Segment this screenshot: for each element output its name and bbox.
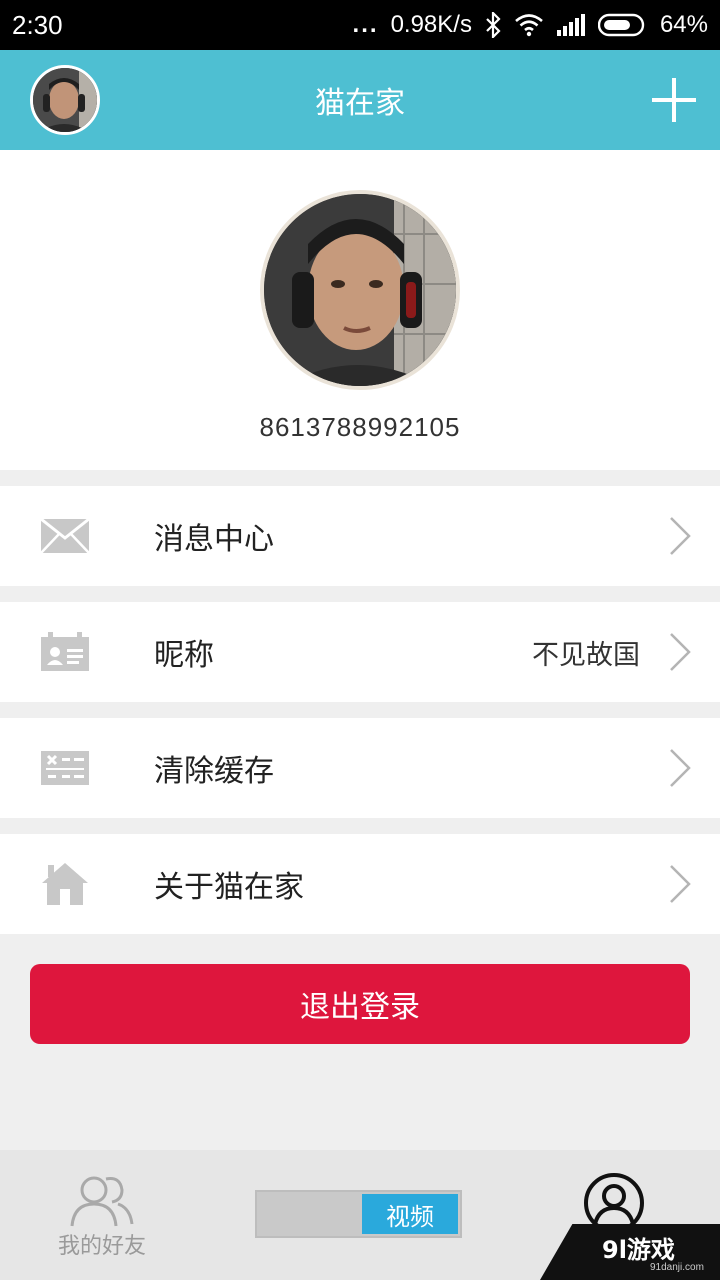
profile-phone: 8613788992105	[259, 412, 461, 442]
watermark-url: 91danji.com	[650, 1262, 704, 1273]
bluetooth-icon	[484, 12, 502, 38]
menu-label: 消息中心	[154, 522, 274, 557]
battery-level: 64%	[659, 11, 708, 38]
id-card-icon	[40, 627, 90, 677]
app-title: 猫在家	[315, 86, 405, 121]
menu-item-nickname[interactable]: 昵称 不见故国	[0, 602, 720, 702]
notification-dots: ...	[352, 11, 379, 38]
nav-friends-label: 我的好友	[57, 1234, 146, 1259]
menu-item-message-center[interactable]: 消息中心	[0, 486, 720, 586]
home-icon	[40, 859, 90, 909]
status-time: 2:30	[12, 9, 63, 40]
friends-icon	[70, 1174, 134, 1232]
avatar-photo	[264, 194, 456, 386]
logout-button[interactable]: 退出登录	[30, 964, 690, 1044]
chevron-right-icon	[668, 864, 692, 904]
header-avatar[interactable]	[30, 65, 100, 135]
signal-icon	[556, 13, 586, 37]
menu-label: 昵称	[154, 638, 214, 673]
video-toggle[interactable]: 视频	[255, 1190, 462, 1238]
network-speed: 0.98K/s	[390, 11, 472, 38]
chevron-right-icon	[668, 516, 692, 556]
clear-cache-icon	[40, 743, 90, 793]
profile-section: 8613788992105	[0, 150, 720, 470]
nav-tab-friends[interactable]: 我的好友	[40, 1170, 164, 1270]
avatar-photo	[33, 68, 97, 132]
wifi-icon	[514, 13, 544, 37]
menu-item-about[interactable]: 关于猫在家	[0, 834, 720, 934]
menu-label: 清除缓存	[154, 754, 274, 789]
watermark-text: 9l游戏	[602, 1236, 675, 1264]
app-header: 猫在家	[0, 50, 720, 150]
profile-avatar[interactable]	[260, 190, 460, 390]
status-indicators: ... 0.98K/s 64%	[353, 11, 708, 39]
plus-icon	[652, 78, 696, 122]
battery-icon	[597, 13, 648, 37]
nickname-value: 不见故国	[532, 639, 640, 671]
menu-label: 关于猫在家	[154, 870, 304, 905]
status-bar: 2:30 ... 0.98K/s 64%	[0, 0, 720, 50]
chevron-right-icon	[668, 748, 692, 788]
video-toggle-label: 视频	[362, 1194, 458, 1234]
add-button[interactable]	[652, 78, 696, 122]
menu-item-clear-cache[interactable]: 清除缓存	[0, 718, 720, 818]
chevron-right-icon	[668, 632, 692, 672]
mail-icon	[40, 511, 90, 561]
